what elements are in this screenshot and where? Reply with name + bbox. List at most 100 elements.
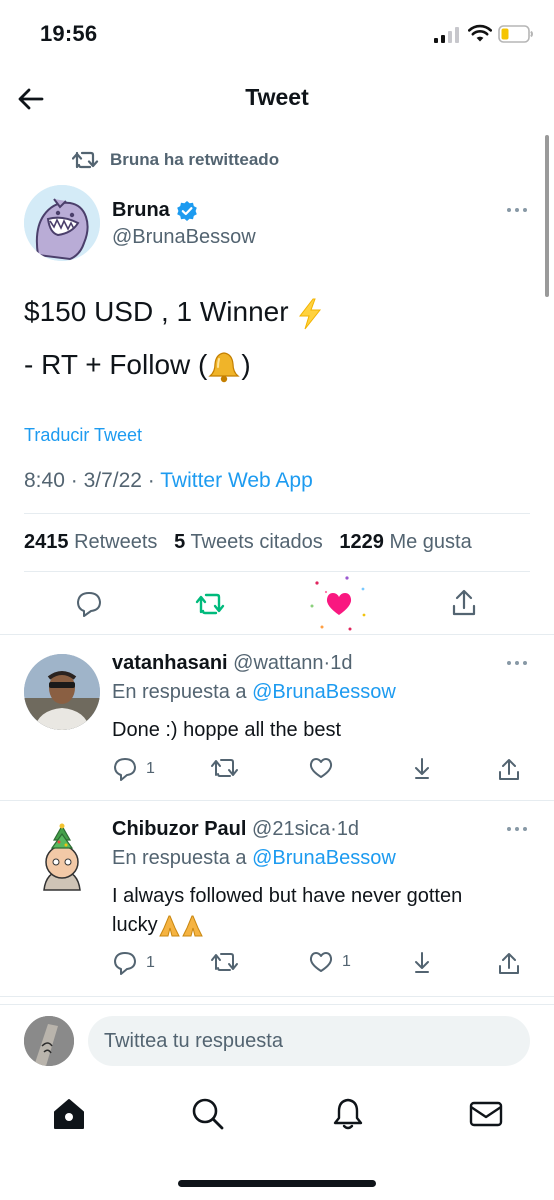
reply-header: Chibuzor Paul @21sica·1d [112, 818, 359, 841]
quotes-stat[interactable]: 5 Tweets citados [174, 531, 323, 553]
reply-to-prefix: En respuesta a [112, 847, 247, 869]
reply-icon [114, 758, 136, 781]
reply-avatar[interactable] [24, 654, 100, 730]
likes-stat[interactable]: 1229 Me gusta [339, 531, 471, 553]
like-icon [309, 758, 333, 778]
retweet-icon [211, 953, 238, 971]
reply-author-name[interactable]: vatanhasani [112, 652, 228, 674]
avatar-photo [24, 1016, 74, 1066]
reply-to-link[interactable]: @BrunaBessow [252, 681, 396, 703]
status-bar: 19:56 [0, 0, 554, 70]
home-indicator [178, 1180, 376, 1187]
messages-icon[interactable] [468, 1096, 504, 1132]
reply-author-handle[interactable]: @wattann [233, 652, 323, 674]
tweet-source-link[interactable]: Twitter Web App [160, 469, 313, 492]
divider [0, 1004, 554, 1005]
reply-author-name[interactable]: Chibuzor Paul [112, 818, 246, 840]
reply-icon [114, 952, 136, 975]
reply-to: En respuesta a @BrunaBessow [112, 847, 396, 870]
page-title: Tweet [245, 84, 309, 110]
reply-age: 1d [330, 652, 353, 674]
reply-action-retweet[interactable] [210, 950, 248, 974]
tab-bar [0, 1080, 554, 1150]
divider [24, 571, 530, 572]
share-icon[interactable] [450, 588, 478, 618]
more-icon[interactable] [505, 206, 529, 214]
tweet-text-2b: ) [241, 349, 251, 380]
wifi-icon [468, 24, 492, 42]
reply-text: Done :) hoppe all the best [112, 719, 342, 741]
reply-action-reply[interactable]: 1 [112, 756, 155, 782]
tweet-stats: 2415 Retweets 5 Tweets citados 1229 Me g… [24, 531, 472, 554]
reply-sep: · [330, 818, 337, 840]
reply-to: En respuesta a @BrunaBessow [112, 681, 396, 704]
reply-text-block: I always followed but have never gotten … [112, 882, 512, 940]
tweet-text-1: $150 USD , 1 Winner [24, 296, 289, 327]
download-icon [415, 952, 429, 973]
tweet-time: 8:40 [24, 469, 65, 492]
reply-action-retweet[interactable] [210, 756, 248, 780]
reply-action-like[interactable] [308, 756, 342, 780]
tweet-meta: 8:40 · 3/7/22 · Twitter Web App [24, 469, 313, 493]
reply-action-download[interactable] [410, 950, 434, 976]
reply-author-handle[interactable]: @21sica [252, 818, 330, 840]
notifications-icon[interactable] [330, 1096, 366, 1132]
more-icon[interactable] [505, 825, 529, 833]
tweet-text-2a: - RT + Follow ( [24, 349, 208, 380]
reply-tweet[interactable]: Chibuzor Paul @21sica·1d En respuesta a … [0, 800, 554, 996]
author-name: Bruna [112, 199, 170, 221]
home-icon[interactable] [51, 1096, 87, 1132]
lightning-emoji-icon [299, 298, 322, 329]
like-icon [309, 952, 333, 972]
retweet-icon [72, 151, 99, 169]
battery-icon [498, 25, 533, 43]
reply-count: 1 [146, 954, 155, 971]
meta-sep: · [147, 469, 155, 492]
reply-to-prefix: En respuesta a [112, 681, 247, 703]
author-handle[interactable]: @BrunaBessow [112, 226, 256, 249]
reply-to-link[interactable]: @BrunaBessow [252, 847, 396, 869]
more-icon[interactable] [505, 659, 529, 667]
translate-link[interactable]: Traducir Tweet [24, 425, 142, 446]
shark-avatar-image [24, 185, 100, 261]
retweets-stat[interactable]: 2415 Retweets [24, 531, 157, 553]
praying-hands-emoji-icon [158, 915, 203, 937]
scrollbar[interactable] [545, 135, 549, 297]
reply-input[interactable] [88, 1016, 530, 1066]
reply-avatar[interactable] [24, 820, 100, 896]
bell-emoji-icon [208, 352, 241, 382]
avatar-photo [24, 654, 100, 730]
reply-actions: 1 1 [112, 950, 522, 978]
author-name-row[interactable]: Bruna [112, 199, 198, 222]
like-icon[interactable] [308, 575, 370, 633]
reply-action-download[interactable] [410, 756, 434, 782]
divider [0, 996, 554, 997]
reply-age: 1d [336, 818, 360, 840]
search-icon[interactable] [190, 1096, 226, 1132]
reply-action-like[interactable]: 1 [308, 950, 351, 974]
tweet-date: 3/7/22 [83, 469, 142, 492]
author-avatar[interactable] [24, 185, 100, 261]
verified-icon [176, 200, 197, 221]
reply-action-share[interactable] [496, 756, 522, 782]
tweet-text-line-1: $150 USD , 1 Winner [24, 296, 324, 330]
meta-sep: · [70, 469, 78, 492]
download-icon [415, 758, 429, 779]
reply-action-reply[interactable]: 1 [112, 950, 155, 976]
reply-count: 1 [146, 760, 155, 777]
signal-icon [434, 27, 459, 43]
reply-icon[interactable] [75, 590, 103, 618]
retweet-context[interactable]: Bruna ha retwitteado [72, 147, 279, 173]
retweet-icon[interactable] [195, 591, 227, 617]
avatar-image [24, 820, 100, 896]
share-icon [499, 759, 519, 780]
header: Tweet [0, 70, 554, 128]
my-avatar[interactable] [24, 1016, 74, 1066]
reply-actions: 1 [112, 756, 522, 784]
share-icon [499, 953, 519, 974]
retweet-icon [211, 759, 238, 777]
reply-action-share[interactable] [496, 950, 522, 976]
like-count: 1 [342, 953, 351, 970]
reply-tweet[interactable]: vatanhasani @wattann·1d En respuesta a @… [0, 634, 554, 800]
reply-header: vatanhasani @wattann·1d [112, 652, 352, 675]
